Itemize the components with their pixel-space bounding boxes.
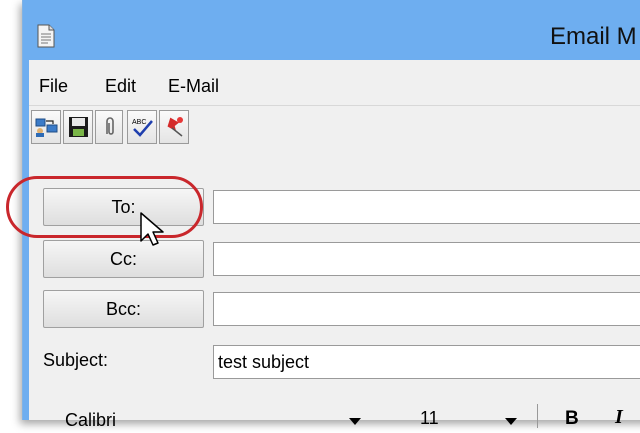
chevron-down-icon[interactable] <box>505 418 517 425</box>
bcc-input[interactable] <box>213 292 640 326</box>
svg-text:ABC: ABC <box>132 119 146 126</box>
to-input[interactable] <box>213 190 640 224</box>
italic-button[interactable]: I <box>615 406 623 429</box>
subject-input[interactable]: test subject <box>213 345 640 379</box>
menu-divider <box>29 105 640 106</box>
menu-email[interactable]: E-Mail <box>168 76 219 97</box>
to-button[interactable]: To: <box>43 188 204 226</box>
font-name-select[interactable]: Calibri <box>65 410 116 431</box>
cc-input[interactable] <box>213 242 640 276</box>
address-book-icon <box>35 118 58 137</box>
save-icon <box>69 117 88 137</box>
toolbar-divider <box>537 404 538 428</box>
font-size-select[interactable]: 11 <box>420 408 439 429</box>
menu-edit[interactable]: Edit <box>105 76 136 97</box>
address-book-button[interactable] <box>31 110 61 144</box>
title-bar[interactable]: Email M <box>23 0 640 60</box>
bold-button[interactable]: B <box>565 408 579 430</box>
menu-bar: File Edit E-Mail <box>29 68 640 102</box>
pushpin-icon <box>167 117 183 137</box>
bcc-button[interactable]: Bcc: <box>43 290 204 328</box>
chevron-down-icon[interactable] <box>349 418 361 425</box>
spellcheck-icon: ABC <box>132 119 153 137</box>
save-button[interactable] <box>63 110 93 144</box>
subject-label: Subject: <box>43 350 109 370</box>
window-title: Email M <box>550 23 637 50</box>
menu-file[interactable]: File <box>39 76 68 97</box>
spellcheck-button[interactable]: ABC <box>127 110 157 144</box>
document-icon <box>37 24 55 48</box>
format-toolbar: Calibri 11 B I <box>23 396 640 430</box>
pin-button[interactable] <box>159 110 189 144</box>
attach-button[interactable] <box>95 110 123 144</box>
toolbar: ABC <box>29 110 640 150</box>
cc-button[interactable]: Cc: <box>43 240 204 278</box>
paperclip-icon <box>106 117 114 135</box>
email-window: Email M File Edit E-Mail ABC To: Cc: Bcc… <box>22 0 640 430</box>
